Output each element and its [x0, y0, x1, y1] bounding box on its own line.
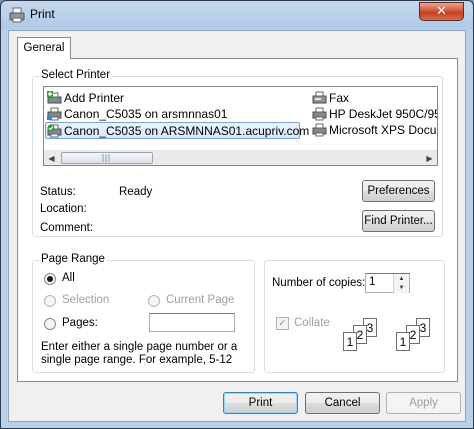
- printer-list-scrollbar[interactable]: ◀ ▶: [44, 150, 437, 165]
- add-printer-icon: [47, 91, 62, 104]
- close-button[interactable]: ✕: [419, 2, 464, 21]
- pages-label[interactable]: Pages:: [62, 317, 98, 329]
- copies-label: Number of copies:: [272, 277, 366, 289]
- printer-item-hp-deskjet[interactable]: HP DeskJet 950C/952: [311, 106, 438, 123]
- printer-item-microsoft-xps[interactable]: Microsoft XPS Docur: [311, 122, 438, 139]
- printer-icon: [312, 123, 327, 137]
- current-page-radio[interactable]: [148, 295, 160, 307]
- window-title: Print: [30, 7, 55, 21]
- copies-value[interactable]: 1: [369, 276, 375, 288]
- status-value: Ready: [119, 186, 153, 198]
- printer-item-label: Microsoft XPS Docur: [329, 123, 438, 137]
- spin-down-icon[interactable]: ▼: [393, 283, 409, 293]
- printer-icon: [47, 107, 62, 121]
- scroll-right-icon[interactable]: ▶: [422, 151, 437, 165]
- printer-item-label: Fax: [329, 91, 350, 105]
- printer-item-fax[interactable]: Fax: [311, 90, 349, 107]
- default-printer-icon: [47, 124, 62, 138]
- close-icon: ✕: [436, 4, 447, 19]
- selection-label[interactable]: Selection: [62, 294, 109, 306]
- status-label: Status:: [40, 186, 76, 198]
- comment-label: Comment:: [40, 222, 94, 234]
- printer-item-label: Add Printer: [64, 91, 125, 105]
- location-label: Location:: [40, 203, 87, 215]
- scroll-left-icon[interactable]: ◀: [44, 151, 59, 165]
- printer-item-label: Canon_C5035 on ARSMNNAS01.acupriv.com: [64, 124, 310, 138]
- printer-icon: [9, 7, 25, 23]
- printer-item-label: HP DeskJet 950C/952: [329, 107, 438, 121]
- current-page-label[interactable]: Current Page: [166, 294, 234, 306]
- copies-group: Number of copies: 1 ▲ ▼ ✓ Collate 3 2 1 …: [264, 260, 445, 373]
- copies-stepper[interactable]: 1 ▲ ▼: [365, 273, 410, 293]
- printer-item-label: Canon_C5035 on arsmnnas01: [64, 107, 228, 121]
- select-printer-label: Select Printer: [39, 69, 113, 81]
- printer-item-canon-arsmnnas01[interactable]: Canon_C5035 on arsmnnas01: [46, 106, 227, 123]
- dialog-client-area: General Select Printer Add Printer Canon…: [8, 30, 466, 422]
- print-dialog-window: Print ✕ General Select Printer Add Print…: [0, 0, 474, 429]
- scroll-thumb[interactable]: [61, 152, 153, 164]
- find-printer-button[interactable]: Find Printer...: [362, 210, 435, 232]
- collate-label[interactable]: Collate: [294, 317, 330, 329]
- select-printer-group: Select Printer Add Printer Canon_C5035 o…: [32, 69, 443, 237]
- collate-checkbox[interactable]: ✓: [276, 317, 289, 330]
- print-button[interactable]: Print: [223, 392, 298, 414]
- printer-list[interactable]: Add Printer Canon_C5035 on arsmnnas01 Ca…: [43, 86, 438, 166]
- page-range-group: Page Range All Selection Current Page Pa…: [32, 253, 255, 373]
- grip-icon: [102, 154, 110, 162]
- fax-icon: [312, 91, 327, 104]
- printer-item-add-printer[interactable]: Add Printer: [46, 90, 124, 107]
- all-label[interactable]: All: [62, 272, 75, 284]
- selection-radio[interactable]: [44, 295, 56, 307]
- page-icon: 1: [343, 332, 357, 351]
- page-icon: 1: [396, 332, 410, 351]
- printer-item-canon-fqdn-selected[interactable]: Canon_C5035 on ARSMNNAS01.acupriv.com: [45, 122, 309, 139]
- apply-button[interactable]: Apply: [386, 392, 461, 414]
- preferences-button[interactable]: Preferences: [362, 180, 435, 202]
- all-radio[interactable]: [44, 273, 56, 285]
- pages-radio[interactable]: [44, 318, 56, 330]
- cancel-button[interactable]: Cancel: [305, 392, 380, 414]
- general-tab-panel: Select Printer Add Printer Canon_C5035 o…: [17, 58, 458, 382]
- tab-general[interactable]: General: [17, 37, 71, 59]
- pages-input[interactable]: [149, 313, 235, 332]
- printer-icon: [312, 107, 327, 121]
- page-range-hint: Enter either a single page number or a s…: [41, 341, 238, 366]
- title-bar[interactable]: Print ✕: [1, 1, 473, 29]
- page-range-label: Page Range: [39, 253, 107, 265]
